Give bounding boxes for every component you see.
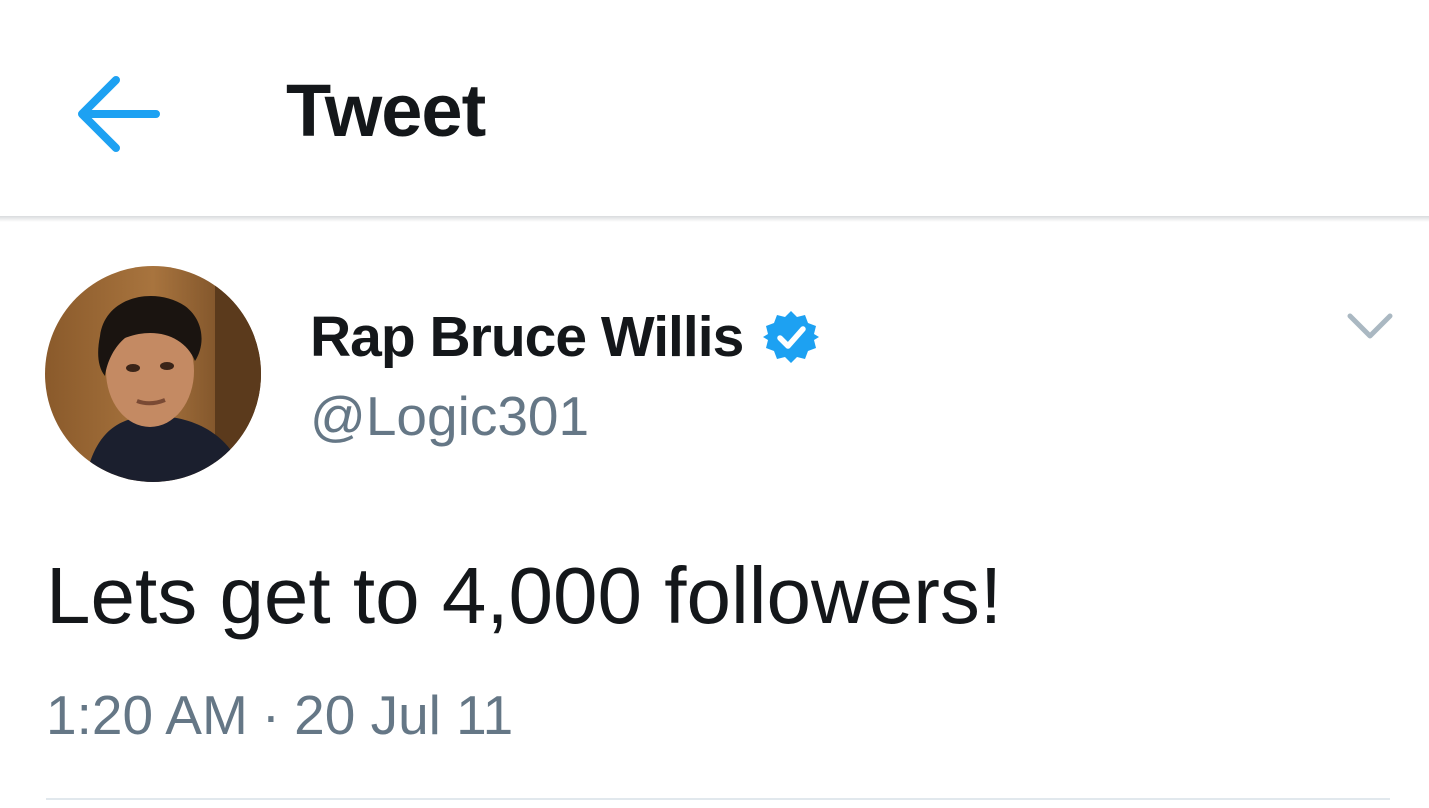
chevron-down-icon [1347, 313, 1393, 339]
tweet-text: Lets get to 4,000 followers! [46, 551, 1003, 640]
display-name-row: Rap Bruce Willis [310, 300, 820, 374]
arrow-left-icon [78, 76, 160, 152]
author-info: Rap Bruce Willis @Logic301 [310, 300, 820, 448]
tweet-timestamp: 1:20 AM · 20 Jul 11 [46, 682, 513, 748]
user-handle[interactable]: @Logic301 [310, 384, 819, 448]
tweet-date: 20 Jul 11 [294, 684, 514, 746]
header-divider [0, 216, 1429, 222]
divider [46, 798, 1390, 800]
tweet-menu-button[interactable] [1344, 306, 1396, 346]
top-bar: Tweet [0, 0, 1429, 216]
back-button[interactable] [72, 72, 162, 156]
tweet-time: 1:20 AM [46, 684, 248, 746]
display-name[interactable]: Rap Bruce Willis [310, 304, 744, 370]
page-title: Tweet [286, 69, 486, 152]
avatar[interactable] [45, 266, 261, 482]
avatar-photo [45, 266, 261, 482]
verified-badge-icon [763, 309, 820, 365]
meta-separator: · [261, 684, 281, 746]
